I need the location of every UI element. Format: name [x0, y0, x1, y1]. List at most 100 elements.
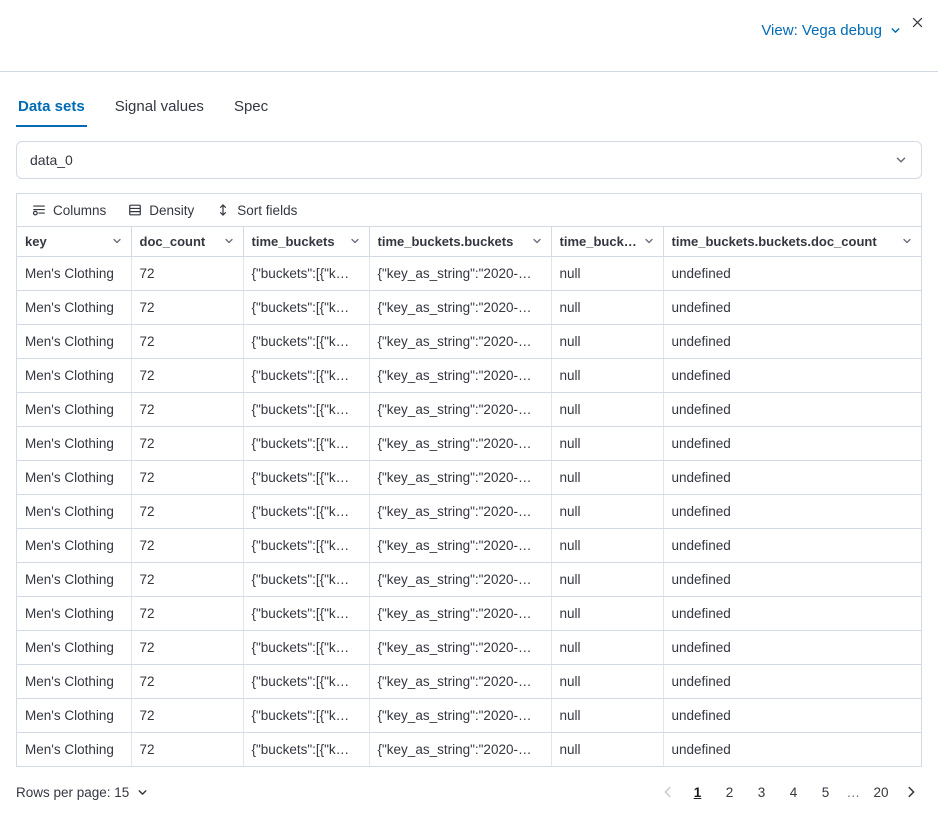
table-cell[interactable]: 72: [131, 664, 243, 698]
table-cell[interactable]: undefined: [663, 426, 921, 460]
table-cell[interactable]: {"key_as_string":"2020-…: [369, 732, 551, 766]
table-cell[interactable]: undefined: [663, 630, 921, 664]
column-header-time-buckets-buckets[interactable]: time_buckets.buckets: [369, 227, 551, 256]
table-cell[interactable]: {"key_as_string":"2020-…: [369, 256, 551, 290]
table-cell[interactable]: Men's Clothing: [17, 630, 131, 664]
table-cell[interactable]: {"key_as_string":"2020-…: [369, 460, 551, 494]
density-button[interactable]: Density: [119, 199, 203, 222]
table-cell[interactable]: {"buckets":[{"k…: [243, 324, 369, 358]
table-cell[interactable]: 72: [131, 732, 243, 766]
table-cell[interactable]: Men's Clothing: [17, 426, 131, 460]
table-cell[interactable]: {"buckets":[{"k…: [243, 460, 369, 494]
close-button[interactable]: [907, 12, 928, 33]
page-button-4[interactable]: 4: [781, 779, 807, 805]
rows-per-page-button[interactable]: Rows per page: 15: [16, 785, 149, 800]
table-cell[interactable]: 72: [131, 426, 243, 460]
table-cell[interactable]: undefined: [663, 494, 921, 528]
table-cell[interactable]: undefined: [663, 460, 921, 494]
table-cell[interactable]: {"key_as_string":"2020-…: [369, 324, 551, 358]
table-cell[interactable]: {"buckets":[{"k…: [243, 528, 369, 562]
table-cell[interactable]: {"key_as_string":"2020-…: [369, 392, 551, 426]
page-button-1[interactable]: 1: [685, 779, 711, 805]
table-cell[interactable]: 72: [131, 392, 243, 426]
table-cell[interactable]: null: [551, 392, 663, 426]
table-cell[interactable]: {"key_as_string":"2020-…: [369, 426, 551, 460]
table-cell[interactable]: Men's Clothing: [17, 358, 131, 392]
table-cell[interactable]: undefined: [663, 290, 921, 324]
table-cell[interactable]: null: [551, 664, 663, 698]
table-cell[interactable]: undefined: [663, 392, 921, 426]
table-cell[interactable]: null: [551, 528, 663, 562]
table-cell[interactable]: null: [551, 630, 663, 664]
table-cell[interactable]: {"buckets":[{"k…: [243, 392, 369, 426]
table-cell[interactable]: {"key_as_string":"2020-…: [369, 698, 551, 732]
previous-page-button[interactable]: [657, 781, 679, 803]
table-cell[interactable]: null: [551, 494, 663, 528]
tab-signal-values[interactable]: Signal values: [113, 94, 206, 127]
table-cell[interactable]: Men's Clothing: [17, 460, 131, 494]
table-cell[interactable]: 72: [131, 630, 243, 664]
tab-data-sets[interactable]: Data sets: [16, 94, 87, 127]
table-cell[interactable]: {"key_as_string":"2020-…: [369, 562, 551, 596]
table-cell[interactable]: Men's Clothing: [17, 256, 131, 290]
table-cell[interactable]: {"key_as_string":"2020-…: [369, 290, 551, 324]
table-cell[interactable]: 72: [131, 528, 243, 562]
table-cell[interactable]: undefined: [663, 256, 921, 290]
table-cell[interactable]: undefined: [663, 698, 921, 732]
table-cell[interactable]: {"key_as_string":"2020-…: [369, 358, 551, 392]
columns-button[interactable]: Columns: [23, 199, 115, 222]
table-cell[interactable]: 72: [131, 460, 243, 494]
column-header-doc-count[interactable]: doc_count: [131, 227, 243, 256]
page-button-2[interactable]: 2: [717, 779, 743, 805]
table-cell[interactable]: {"key_as_string":"2020-…: [369, 596, 551, 630]
table-cell[interactable]: Men's Clothing: [17, 392, 131, 426]
table-cell[interactable]: Men's Clothing: [17, 596, 131, 630]
table-cell[interactable]: {"buckets":[{"k…: [243, 494, 369, 528]
table-cell[interactable]: {"buckets":[{"k…: [243, 596, 369, 630]
table-cell[interactable]: {"buckets":[{"k…: [243, 630, 369, 664]
table-cell[interactable]: Men's Clothing: [17, 698, 131, 732]
table-cell[interactable]: undefined: [663, 732, 921, 766]
tab-spec[interactable]: Spec: [232, 94, 270, 127]
sort-fields-button[interactable]: Sort fields: [207, 199, 306, 222]
table-cell[interactable]: Men's Clothing: [17, 528, 131, 562]
page-button-20[interactable]: 20: [868, 779, 894, 805]
table-cell[interactable]: 72: [131, 562, 243, 596]
table-cell[interactable]: Men's Clothing: [17, 562, 131, 596]
column-header-time-buckets[interactable]: time_buckets: [243, 227, 369, 256]
view-switch-button[interactable]: View: Vega debug: [761, 22, 902, 39]
table-cell[interactable]: null: [551, 426, 663, 460]
column-header-time-buckets-buckets-doc-count[interactable]: time_buckets.buckets.doc_count: [663, 227, 921, 256]
table-cell[interactable]: null: [551, 698, 663, 732]
table-cell[interactable]: null: [551, 358, 663, 392]
table-cell[interactable]: Men's Clothing: [17, 494, 131, 528]
table-cell[interactable]: {"buckets":[{"k…: [243, 732, 369, 766]
table-cell[interactable]: {"key_as_string":"2020-…: [369, 528, 551, 562]
table-cell[interactable]: null: [551, 324, 663, 358]
table-cell[interactable]: 72: [131, 358, 243, 392]
page-button-5[interactable]: 5: [813, 779, 839, 805]
table-cell[interactable]: {"buckets":[{"k…: [243, 256, 369, 290]
table-cell[interactable]: 72: [131, 324, 243, 358]
table-cell[interactable]: {"key_as_string":"2020-…: [369, 664, 551, 698]
table-cell[interactable]: null: [551, 596, 663, 630]
table-cell[interactable]: 72: [131, 494, 243, 528]
table-cell[interactable]: undefined: [663, 528, 921, 562]
table-cell[interactable]: {"key_as_string":"2020-…: [369, 630, 551, 664]
table-cell[interactable]: 72: [131, 290, 243, 324]
table-cell[interactable]: {"buckets":[{"k…: [243, 664, 369, 698]
column-header-time-buck-truncated[interactable]: time_buck…: [551, 227, 663, 256]
page-button-3[interactable]: 3: [749, 779, 775, 805]
table-cell[interactable]: {"buckets":[{"k…: [243, 290, 369, 324]
table-cell[interactable]: undefined: [663, 358, 921, 392]
table-cell[interactable]: null: [551, 562, 663, 596]
table-cell[interactable]: Men's Clothing: [17, 324, 131, 358]
table-cell[interactable]: {"key_as_string":"2020-…: [369, 494, 551, 528]
table-cell[interactable]: 72: [131, 698, 243, 732]
next-page-button[interactable]: [900, 781, 922, 803]
table-cell[interactable]: null: [551, 460, 663, 494]
table-cell[interactable]: 72: [131, 596, 243, 630]
table-cell[interactable]: {"buckets":[{"k…: [243, 698, 369, 732]
table-cell[interactable]: Men's Clothing: [17, 290, 131, 324]
table-cell[interactable]: null: [551, 256, 663, 290]
